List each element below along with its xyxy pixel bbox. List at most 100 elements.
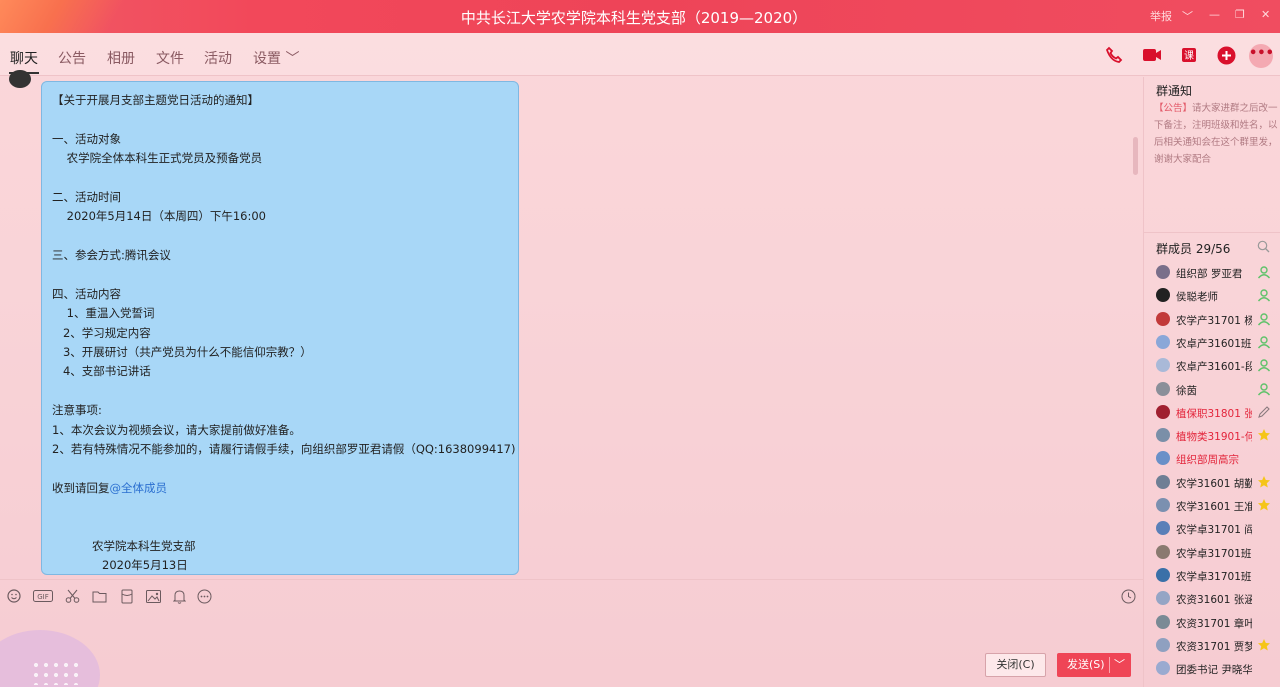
message-bubble[interactable]: 【关于开展月支部主题党日活动的通知】 一、活动对象 农学院全体本科生正式党员及预备… bbox=[41, 81, 519, 575]
collapse-icon[interactable]: ﹀ bbox=[1182, 8, 1193, 24]
tab-settings[interactable]: 设置 ﹀ bbox=[253, 48, 299, 68]
restore-icon[interactable]: ❐ bbox=[1235, 8, 1245, 21]
close-button[interactable]: 关闭(C) bbox=[985, 653, 1046, 677]
member-item[interactable]: 农资31601 张涵 bbox=[1144, 588, 1280, 611]
member-item[interactable]: 植物类31901-何 bbox=[1144, 425, 1280, 448]
message-date: 2020年5月13日 bbox=[102, 558, 188, 573]
search-icon[interactable] bbox=[1257, 240, 1271, 254]
member-item[interactable]: 农卓产31601-段 bbox=[1144, 355, 1280, 378]
member-name: 农卓产31601-段 bbox=[1176, 361, 1252, 374]
member-name: 农学卓31701班 李凤 bbox=[1176, 570, 1252, 583]
member-name: 农学31601 王准 bbox=[1176, 501, 1252, 513]
member-avatar[interactable] bbox=[1156, 591, 1170, 606]
member-avatar[interactable] bbox=[1156, 358, 1170, 373]
member-avatar[interactable] bbox=[1156, 544, 1170, 559]
more-icon[interactable]: ••• bbox=[1249, 44, 1274, 68]
edit-icon bbox=[1257, 405, 1271, 419]
member-avatar[interactable] bbox=[1156, 311, 1170, 326]
star-icon bbox=[1257, 638, 1271, 652]
member-avatar[interactable] bbox=[1156, 404, 1170, 419]
message-line bbox=[52, 110, 508, 129]
message-line: 4、支部书记讲话 bbox=[52, 364, 151, 379]
report-link[interactable]: 举报 bbox=[1150, 8, 1172, 24]
svg-text:GIF: GIF bbox=[37, 593, 49, 601]
phone-icon[interactable] bbox=[1104, 45, 1124, 65]
member-avatar[interactable] bbox=[1156, 265, 1170, 279]
tab-chat[interactable]: 聊天 bbox=[10, 48, 38, 68]
add-icon[interactable] bbox=[1216, 45, 1236, 65]
member-name: 农资31701 贾梦 bbox=[1176, 640, 1252, 653]
member-item[interactable]: 植保职31801 张 bbox=[1144, 402, 1280, 425]
tab-announcements[interactable]: 公告 bbox=[58, 48, 86, 68]
member-avatar[interactable] bbox=[1156, 288, 1170, 303]
member-avatar[interactable] bbox=[1156, 334, 1170, 349]
message-line: 注意事项: bbox=[52, 403, 102, 418]
notice-keyword: 【公告】 bbox=[1154, 103, 1193, 114]
tab-activities[interactable]: 活动 bbox=[204, 48, 232, 68]
member-avatar[interactable] bbox=[1156, 614, 1170, 629]
member-avatar[interactable] bbox=[1156, 521, 1170, 536]
member-item[interactable]: 徐茵 bbox=[1144, 379, 1280, 402]
message-line: 1、重温入党誓词 bbox=[52, 306, 155, 321]
message-line bbox=[52, 266, 508, 285]
image-icon[interactable] bbox=[145, 588, 161, 604]
member-item[interactable]: 团委书记 尹晓华 bbox=[1144, 658, 1280, 681]
course-icon[interactable]: 课 bbox=[1179, 45, 1199, 65]
chat-scrollbar[interactable] bbox=[1133, 137, 1138, 175]
sender-avatar[interactable] bbox=[9, 70, 31, 88]
message-line bbox=[52, 382, 508, 401]
member-avatar[interactable] bbox=[1156, 498, 1170, 512]
admin-icon bbox=[1257, 265, 1271, 279]
member-item[interactable]: 农资31701 章叶飞 bbox=[1144, 612, 1280, 635]
member-item[interactable]: 组织部周高宗 bbox=[1144, 448, 1280, 471]
member-item[interactable]: 农资31701 贾梦 bbox=[1144, 635, 1280, 658]
member-avatar[interactable] bbox=[1156, 661, 1170, 676]
tab-album[interactable]: 相册 bbox=[107, 48, 135, 68]
message-signature: 农学院本科生党支部 bbox=[92, 538, 196, 553]
member-name: 植物类31901-何 bbox=[1176, 431, 1252, 444]
tab-files[interactable]: 文件 bbox=[156, 48, 184, 68]
folder-icon[interactable] bbox=[91, 588, 107, 604]
member-item[interactable]: 侯聪老师 bbox=[1144, 285, 1280, 308]
send-button[interactable]: 发送(S) ﹀ bbox=[1057, 653, 1131, 677]
send-separator bbox=[1109, 657, 1110, 673]
member-name: 农资31701 章叶飞 bbox=[1176, 617, 1252, 630]
message-line: 一、活动对象 bbox=[52, 131, 121, 146]
member-item[interactable]: 农卓产31601班 bbox=[1144, 332, 1280, 355]
member-avatar[interactable] bbox=[1156, 567, 1170, 582]
member-avatar[interactable] bbox=[1156, 381, 1170, 396]
member-name: 植保职31801 张 bbox=[1176, 407, 1252, 420]
member-avatar[interactable] bbox=[1156, 451, 1170, 466]
red-packet-icon[interactable] bbox=[119, 588, 135, 604]
admin-icon bbox=[1257, 358, 1271, 372]
member-item[interactable]: 农学31601 胡勤 bbox=[1144, 472, 1280, 495]
notice-text[interactable]: 【公告】请大家进群之后改一下备注，注明班级和姓名，以后相关通知会在这个群里发，谢… bbox=[1154, 100, 1278, 168]
member-avatar[interactable] bbox=[1156, 474, 1170, 489]
member-avatar[interactable] bbox=[1156, 428, 1170, 443]
member-item[interactable]: 农学31601 王准 bbox=[1144, 495, 1280, 518]
message-line: 四、活动内容 bbox=[52, 286, 121, 301]
scissors-icon[interactable] bbox=[64, 588, 80, 604]
member-item[interactable]: 农学卓31701班 李凤 bbox=[1144, 565, 1280, 588]
member-name: 农学卓31701 阎艳 bbox=[1176, 524, 1252, 537]
emoji-icon[interactable] bbox=[6, 588, 22, 604]
bell-icon[interactable] bbox=[171, 588, 187, 604]
close-icon[interactable]: ✕ bbox=[1261, 8, 1270, 21]
member-item[interactable]: 农学产31701 杨 bbox=[1144, 309, 1280, 332]
message-line: 3、开展研讨（共产党员为什么不能信仰宗教？） bbox=[52, 345, 312, 360]
minimize-icon[interactable]: — bbox=[1209, 8, 1220, 21]
video-icon[interactable] bbox=[1142, 45, 1162, 65]
gif-icon[interactable]: GIF bbox=[33, 588, 53, 604]
member-item[interactable]: 农学卓31701班 吴畅 bbox=[1144, 542, 1280, 565]
mention-all-link[interactable]: @全体成员 bbox=[110, 481, 168, 495]
member-item[interactable]: 组织部 罗亚君 bbox=[1144, 262, 1280, 285]
member-item[interactable]: 农学卓31701 阎艳 bbox=[1144, 518, 1280, 541]
send-label: 发送(S) bbox=[1067, 658, 1105, 671]
member-avatar[interactable] bbox=[1156, 637, 1170, 652]
members-title: 群成员 29/56 bbox=[1156, 242, 1231, 256]
admin-icon bbox=[1257, 382, 1271, 396]
more-circle-icon[interactable] bbox=[196, 588, 212, 604]
send-options-icon[interactable]: ﹀ bbox=[1114, 653, 1125, 677]
message-line: 二、活动时间 bbox=[52, 189, 121, 204]
history-clock-icon[interactable] bbox=[1120, 588, 1136, 604]
